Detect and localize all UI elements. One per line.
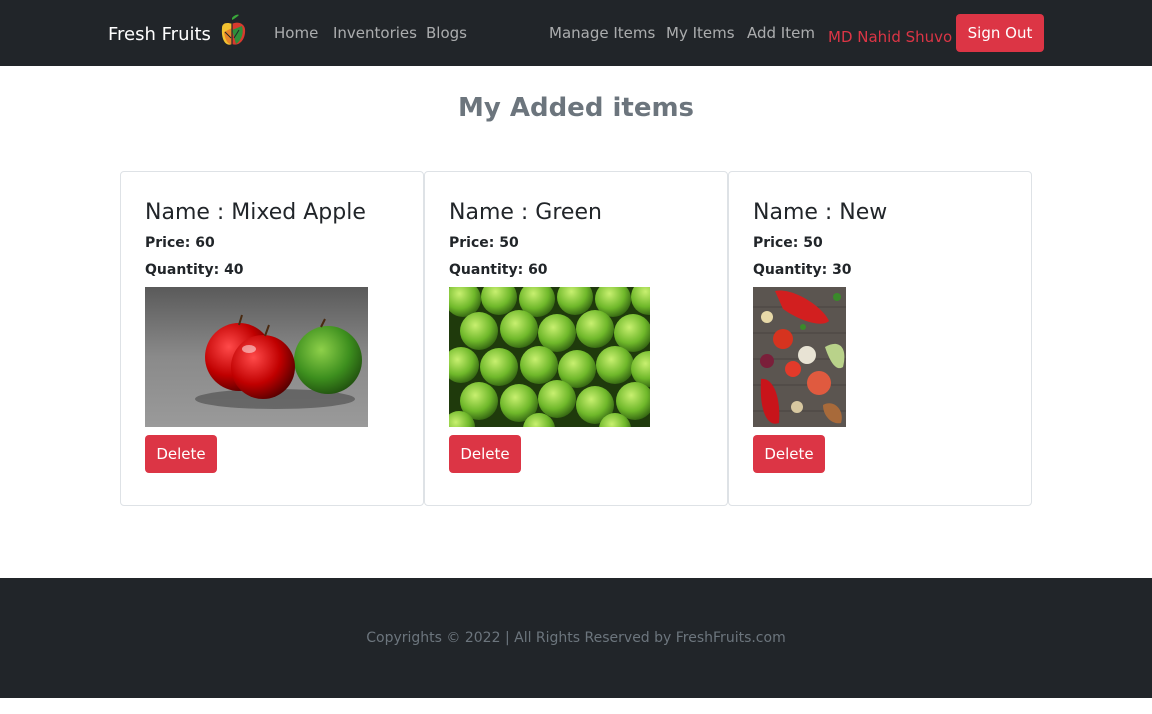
item-quantity: Quantity: 30	[753, 262, 852, 278]
item-card: Name : Green Price: 50 Quantity: 60 Dele…	[424, 171, 728, 506]
item-name: Name : New	[753, 200, 888, 225]
delete-button[interactable]: Delete	[753, 435, 825, 473]
navbar: Fresh Fruits Home Inventories Blogs Mana…	[0, 0, 1152, 66]
user-name: MD Nahid Shuvo	[828, 28, 953, 46]
item-card: Name : Mixed Apple Price: 60 Quantity: 4…	[120, 171, 424, 506]
page-title: My Added items	[457, 93, 695, 123]
brand-name[interactable]: Fresh Fruits	[108, 22, 211, 48]
item-card: Name : New Price: 50 Quantity: 30 Delete	[728, 171, 1032, 506]
item-quantity: Quantity: 40	[145, 262, 244, 278]
brand[interactable]: Fresh Fruits	[108, 14, 248, 52]
nav-link-add-item[interactable]: Add Item	[747, 23, 815, 43]
item-price: Price: 50	[449, 235, 519, 251]
fruit-logo-icon	[221, 14, 246, 46]
item-quantity: Quantity: 60	[449, 262, 548, 278]
delete-button[interactable]: Delete	[145, 435, 217, 473]
footer: Copyrights © 2022 | All Rights Reserved …	[0, 578, 1152, 698]
nav-link-home[interactable]: Home	[274, 23, 318, 43]
item-price: Price: 60	[145, 235, 215, 251]
nav-link-manage-items[interactable]: Manage Items	[549, 23, 655, 43]
nav-link-my-items[interactable]: My Items	[666, 23, 735, 43]
green-apples-image	[449, 287, 650, 427]
item-name: Name : Mixed Apple	[145, 200, 366, 225]
delete-button[interactable]: Delete	[449, 435, 521, 473]
nav-link-blogs[interactable]: Blogs	[426, 23, 467, 43]
item-name: Name : Green	[449, 200, 602, 225]
item-price: Price: 50	[753, 235, 823, 251]
nav-link-inventories[interactable]: Inventories	[333, 23, 417, 43]
vegetables-image	[753, 287, 846, 427]
footer-copyright: Copyrights © 2022 | All Rights Reserved …	[366, 630, 786, 646]
sign-out-button[interactable]: Sign Out	[956, 14, 1044, 52]
mixed-apples-image	[145, 287, 368, 427]
